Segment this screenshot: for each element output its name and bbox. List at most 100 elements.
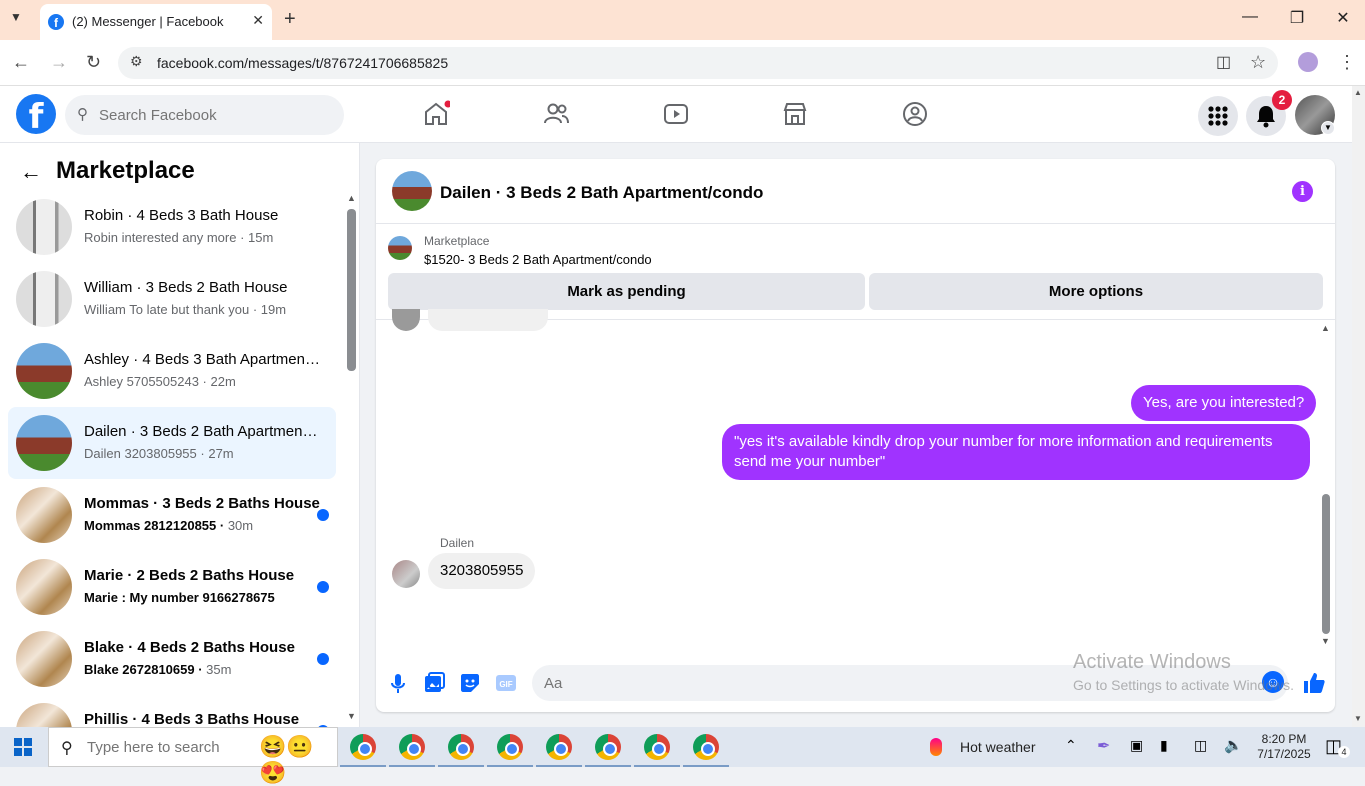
meet-now-icon[interactable]: ▣: [1130, 737, 1143, 754]
taskbar-clock[interactable]: 8:20 PM 7/17/2025: [1250, 732, 1318, 762]
omnibox[interactable]: ⚙ facebook.com/messages/t/87672417066858…: [118, 47, 1278, 79]
conversation-preview: Marie : My number 9166278675: [84, 590, 275, 605]
window-close-icon[interactable]: ✕: [1333, 8, 1353, 28]
friends-icon[interactable]: [542, 100, 570, 128]
divider: [376, 223, 1335, 224]
back-arrow-icon[interactable]: ←: [12, 52, 30, 73]
sticker-icon[interactable]: [458, 671, 482, 695]
chrome-app-icon[interactable]: [487, 734, 533, 767]
chrome-app-icon[interactable]: [585, 734, 631, 767]
mark-as-pending-button[interactable]: Mark as pending: [388, 273, 865, 310]
conversation-item[interactable]: Ashley · 4 Beds 3 Bath Apartment/condo A…: [8, 339, 336, 403]
chrome-app-icon[interactable]: [340, 734, 386, 767]
network-icon[interactable]: ◫: [1194, 737, 1207, 754]
scroll-up-icon[interactable]: ▲: [347, 193, 356, 203]
notification-badge: 2: [1272, 90, 1292, 110]
taskbar-search-input[interactable]: [87, 728, 257, 766]
microphone-icon[interactable]: [386, 671, 410, 695]
conversation-item[interactable]: Marie · 2 Beds 2 Baths House Marie : My …: [8, 555, 336, 619]
gif-icon[interactable]: GIF: [494, 671, 518, 695]
browser-menu-icon[interactable]: ⋮: [1338, 52, 1356, 73]
chrome-app-icon[interactable]: [683, 734, 729, 767]
svg-text:GIF: GIF: [499, 680, 512, 689]
show-hidden-icons-chevron-icon[interactable]: ⌃: [1065, 737, 1077, 754]
marketplace-sidebar: ← Marketplace Robin · 4 Beds 3 Bath Hous…: [0, 143, 360, 727]
weather-text[interactable]: Hot weather: [960, 739, 1035, 755]
reload-icon[interactable]: ↻: [86, 52, 101, 73]
scroll-down-icon[interactable]: ▼: [1321, 636, 1330, 646]
profile-avatar-icon[interactable]: [1298, 52, 1318, 72]
tab-close-icon[interactable]: ✕: [252, 12, 264, 29]
marketplace-icon[interactable]: [781, 100, 809, 128]
facebook-search[interactable]: ⚲: [65, 95, 344, 135]
scroll-down-icon[interactable]: ▼: [1354, 714, 1362, 723]
photo-icon[interactable]: [422, 671, 446, 695]
outgoing-message: Yes, are you interested?: [1131, 385, 1317, 421]
sender-name: Dailen: [440, 536, 475, 550]
conversation-name: Robin · 4 Beds 3 Bath House: [84, 207, 279, 224]
chrome-app-icon[interactable]: [634, 734, 680, 767]
chat-listing-thumbnail[interactable]: [392, 171, 432, 211]
notification-center-count: 4: [1338, 746, 1350, 758]
install-app-icon[interactable]: ◫: [1216, 52, 1231, 72]
gaming-icon[interactable]: [901, 100, 929, 128]
chat-title[interactable]: Dailen · 3 Beds 2 Bath Apartment/condo: [440, 183, 763, 203]
conversation-item[interactable]: Blake · 4 Beds 2 Baths House Blake 26728…: [8, 627, 336, 691]
new-tab-icon[interactable]: +: [284, 8, 296, 31]
listing-title[interactable]: $1520- 3 Beds 2 Bath Apartment/condo: [424, 252, 652, 267]
conversation-item[interactable]: Mommas · 3 Beds 2 Baths House Mommas 281…: [8, 483, 336, 547]
account-chevron-icon[interactable]: ▼: [1321, 121, 1335, 135]
chrome-app-icon[interactable]: [536, 734, 582, 767]
conversation-item[interactable]: William · 3 Beds 2 Bath House William To…: [8, 267, 336, 331]
conversation-preview: Blake 2672810659 · 35m: [84, 662, 232, 677]
windows-start-icon[interactable]: [14, 738, 32, 756]
emoji-decoration-icon: 😆😐😍: [259, 734, 314, 785]
sidebar-scrollbar[interactable]: [347, 209, 356, 371]
conversation-item-active[interactable]: Dailen · 3 Beds 2 Bath Apartment/condo D…: [8, 407, 336, 479]
chrome-app-icon[interactable]: [438, 734, 484, 767]
info-icon[interactable]: i: [1292, 181, 1313, 202]
unread-dot: [317, 509, 329, 521]
more-options-button[interactable]: More options: [869, 273, 1323, 310]
grid-icon: [1208, 106, 1228, 126]
search-input[interactable]: [99, 95, 329, 135]
forward-arrow-icon[interactable]: →: [50, 52, 68, 73]
pen-icon[interactable]: ✒: [1097, 736, 1110, 756]
tab-title: (2) Messenger | Facebook: [72, 14, 224, 29]
scroll-up-icon[interactable]: ▲: [1354, 88, 1362, 97]
back-arrow-icon[interactable]: ←: [20, 159, 42, 185]
bookmark-star-icon[interactable]: ☆: [1250, 52, 1266, 73]
minimize-icon[interactable]: —: [1240, 8, 1260, 26]
restore-icon[interactable]: ❐: [1287, 8, 1307, 28]
listing-thumbnail: [16, 703, 72, 727]
facebook-favicon-icon: f: [48, 14, 64, 30]
conversation-item[interactable]: Robin · 4 Beds 3 Bath House Robin intere…: [8, 195, 336, 259]
browser-tab[interactable]: f (2) Messenger | Facebook ✕: [40, 4, 272, 40]
taskbar-search[interactable]: ⚲ 😆😐😍: [48, 727, 338, 785]
scroll-down-icon[interactable]: ▼: [347, 711, 356, 721]
url-text[interactable]: facebook.com/messages/t/8767241706685825: [157, 55, 448, 71]
conversation-item[interactable]: Phillis · 4 Beds 3 Baths House: [8, 699, 336, 727]
sidebar-heading: Marketplace: [56, 157, 195, 184]
tab-search-chevron-icon[interactable]: ▼: [10, 10, 22, 24]
listing-thumbnail: [16, 271, 72, 327]
volume-icon[interactable]: 🔈: [1224, 736, 1243, 754]
thumbs-up-icon[interactable]: [1302, 671, 1326, 695]
search-icon: ⚲: [61, 740, 73, 757]
chat-scrollbar[interactable]: [1322, 494, 1330, 634]
scroll-up-icon[interactable]: ▲: [1321, 323, 1330, 333]
home-icon[interactable]: [422, 100, 450, 128]
page-scrollbar[interactable]: ▲ ▼: [1352, 86, 1365, 727]
menu-grid-button[interactable]: [1198, 96, 1238, 136]
video-icon[interactable]: [662, 100, 690, 128]
chrome-app-icon[interactable]: [389, 734, 435, 767]
chat-panel: Dailen · 3 Beds 2 Bath Apartment/condo i…: [376, 159, 1335, 712]
conversation-name: Blake · 4 Beds 2 Baths House: [84, 639, 295, 656]
facebook-logo-icon[interactable]: f: [16, 94, 56, 137]
conversation-name: Ashley · 4 Beds 3 Bath Apartment/condo: [84, 351, 320, 368]
site-info-icon[interactable]: ⚙: [130, 53, 143, 70]
conversation-preview: Dailen 3203805955 · 27m: [84, 446, 234, 461]
conversation-preview: Robin interested any more · 15m: [84, 230, 274, 245]
battery-icon[interactable]: ▮: [1160, 737, 1168, 754]
conversation-name: Mommas · 3 Beds 2 Baths House: [84, 495, 320, 512]
